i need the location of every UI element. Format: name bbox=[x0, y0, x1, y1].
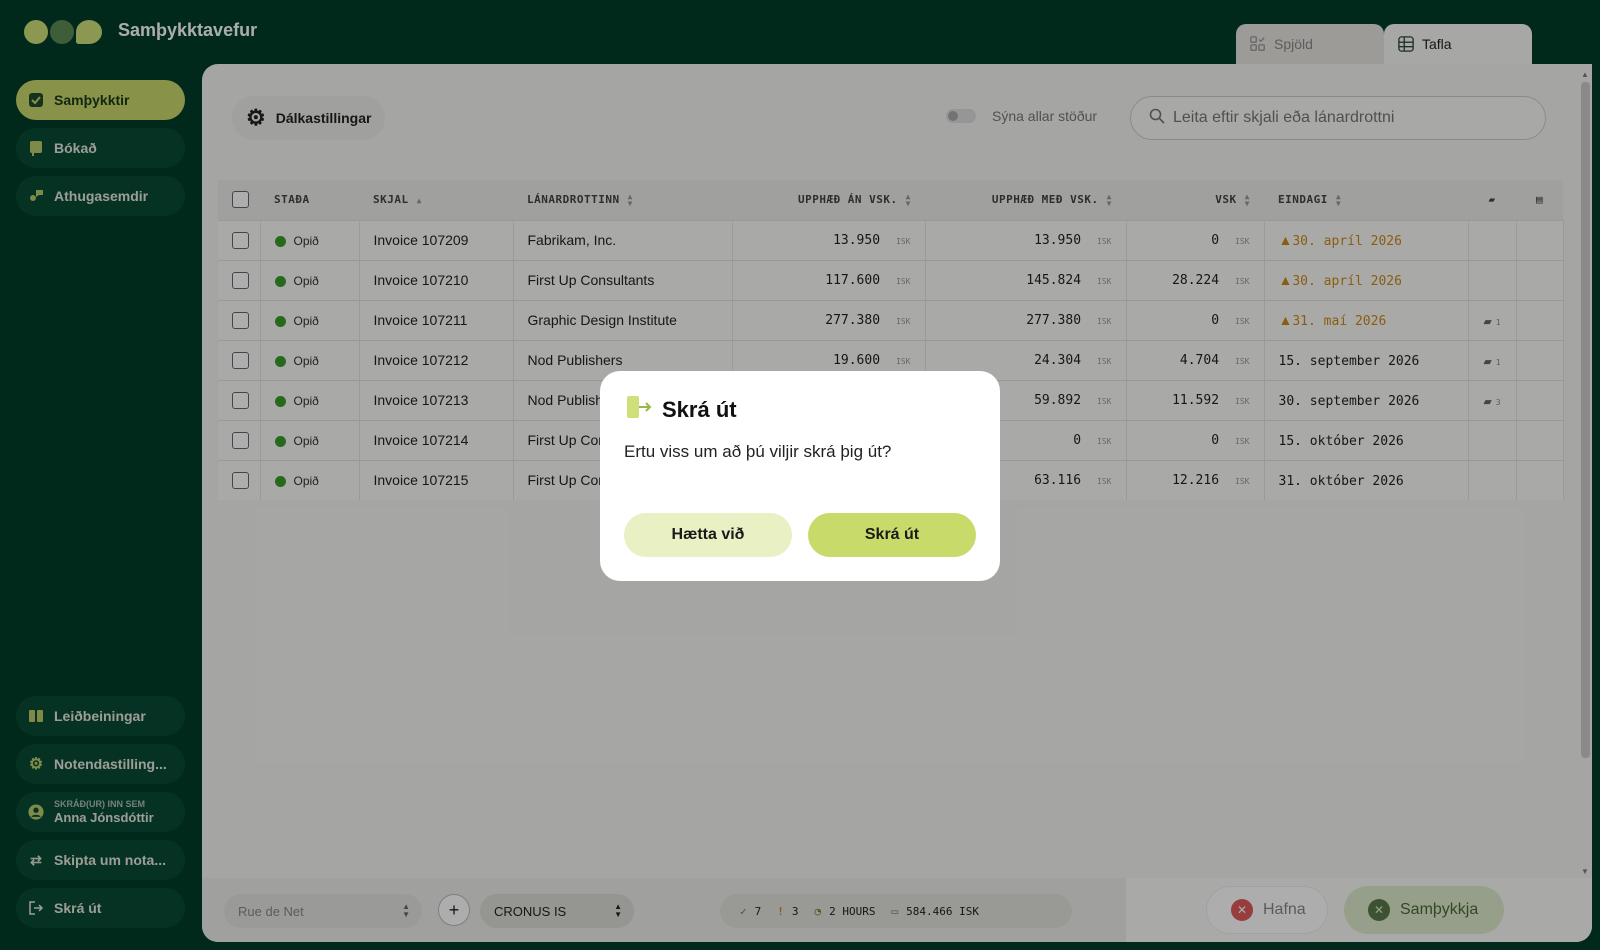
confirm-logout-button[interactable]: Skrá út bbox=[808, 513, 976, 557]
cancel-button[interactable]: Hætta við bbox=[624, 513, 792, 557]
dialog-message: Ertu viss um að þú viljir skrá þig út? bbox=[624, 442, 892, 461]
dialog-title: Skrá út bbox=[626, 395, 737, 425]
scroll-up-icon: ▲ bbox=[1581, 70, 1589, 79]
logout-dialog: Skrá út Ertu viss um að þú viljir skrá þ… bbox=[600, 371, 1000, 581]
scroll-down-icon: ▼ bbox=[1581, 867, 1589, 876]
logout-icon bbox=[626, 395, 652, 425]
scrollbar-thumb[interactable] bbox=[1581, 82, 1590, 758]
scrollbar[interactable]: ▲ ▼ bbox=[1579, 70, 1592, 876]
